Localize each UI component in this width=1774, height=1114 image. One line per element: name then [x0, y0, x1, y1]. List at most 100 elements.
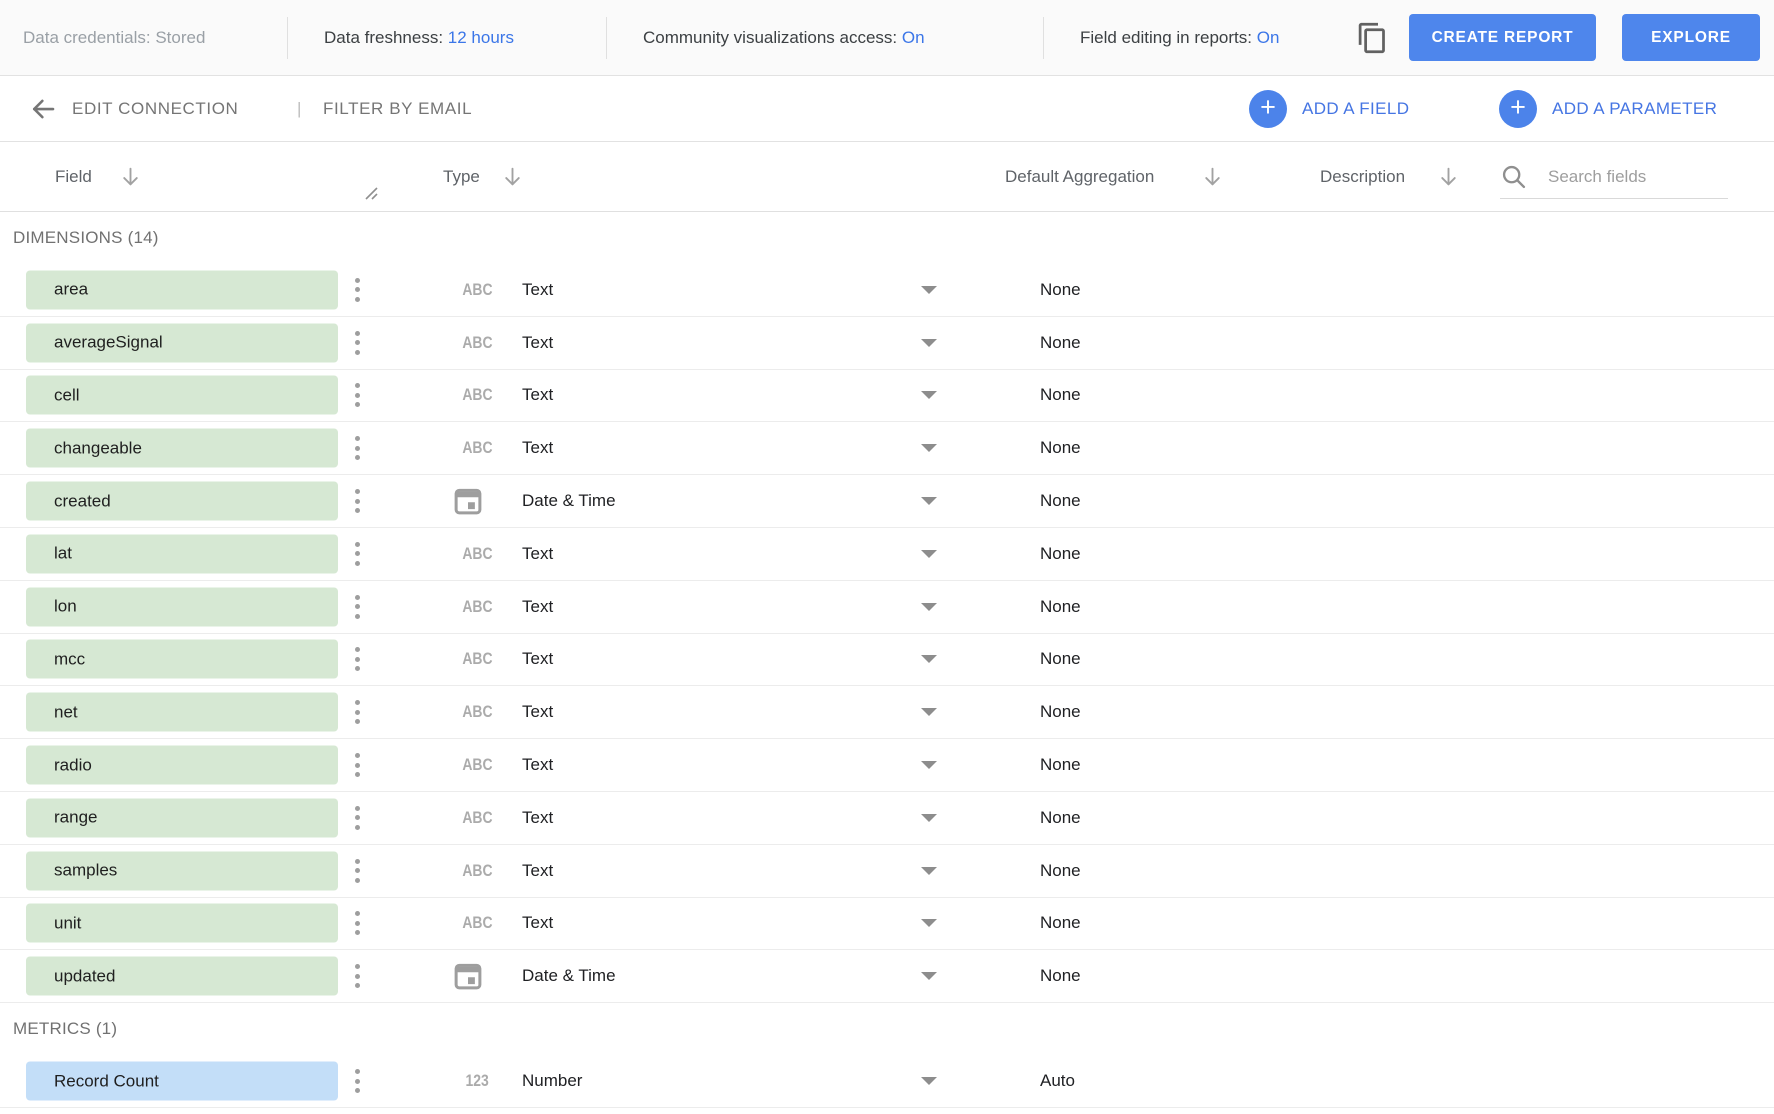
column-header-description[interactable]: Description: [1320, 167, 1405, 187]
sort-down-icon[interactable]: [1200, 164, 1225, 189]
aggregation-value[interactable]: None: [1040, 438, 1081, 458]
copy-icon[interactable]: [1356, 21, 1389, 54]
dropdown-arrow-icon[interactable]: [921, 603, 937, 611]
field-name-pill[interactable]: updated: [26, 957, 338, 996]
sort-down-icon[interactable]: [118, 164, 143, 189]
field-type-value[interactable]: Text: [522, 544, 553, 564]
aggregation-value[interactable]: None: [1040, 861, 1081, 881]
field-type-value[interactable]: Text: [522, 333, 553, 353]
more-options-icon[interactable]: [351, 907, 364, 939]
dropdown-arrow-icon[interactable]: [921, 391, 937, 399]
field-name-pill[interactable]: lon: [26, 587, 338, 626]
field-name-pill[interactable]: lat: [26, 534, 338, 573]
field-type-value[interactable]: Text: [522, 385, 553, 405]
sort-down-icon[interactable]: [500, 164, 525, 189]
aggregation-value[interactable]: None: [1040, 913, 1081, 933]
dropdown-arrow-icon[interactable]: [921, 919, 937, 927]
dropdown-arrow-icon[interactable]: [921, 761, 937, 769]
data-credentials-value[interactable]: Stored: [155, 28, 205, 47]
aggregation-value[interactable]: None: [1040, 280, 1081, 300]
column-header-field[interactable]: Field: [55, 167, 92, 187]
more-options-icon[interactable]: [351, 432, 364, 464]
field-type-value[interactable]: Text: [522, 808, 553, 828]
abc-type-icon: ABC: [453, 385, 501, 405]
aggregation-value[interactable]: None: [1040, 808, 1081, 828]
dropdown-arrow-icon[interactable]: [921, 867, 937, 875]
aggregation-value[interactable]: Auto: [1040, 1071, 1075, 1091]
aggregation-value[interactable]: None: [1040, 702, 1081, 722]
community-viz-value[interactable]: On: [902, 28, 925, 47]
dropdown-arrow-icon[interactable]: [921, 550, 937, 558]
filter-by-email-button[interactable]: FILTER BY EMAIL: [323, 99, 472, 119]
more-options-icon[interactable]: [351, 379, 364, 411]
aggregation-value[interactable]: None: [1040, 755, 1081, 775]
field-name-pill[interactable]: samples: [26, 851, 338, 890]
dropdown-arrow-icon[interactable]: [921, 655, 937, 663]
column-header-aggregation[interactable]: Default Aggregation: [1005, 167, 1154, 187]
more-options-icon[interactable]: [351, 643, 364, 675]
aggregation-value[interactable]: None: [1040, 966, 1081, 986]
more-options-icon[interactable]: [351, 485, 364, 517]
more-options-icon[interactable]: [351, 538, 364, 570]
field-name-pill[interactable]: mcc: [26, 640, 338, 679]
dropdown-arrow-icon[interactable]: [921, 286, 937, 294]
field-type-value[interactable]: Text: [522, 755, 553, 775]
more-options-icon[interactable]: [351, 802, 364, 834]
field-type-value[interactable]: Date & Time: [522, 491, 616, 511]
more-options-icon[interactable]: [351, 1065, 364, 1097]
edit-connection-button[interactable]: EDIT CONNECTION: [72, 99, 238, 119]
back-arrow-icon[interactable]: [28, 94, 58, 124]
dropdown-arrow-icon[interactable]: [921, 972, 937, 980]
more-options-icon[interactable]: [351, 327, 364, 359]
dropdown-arrow-icon[interactable]: [921, 339, 937, 347]
field-type-value[interactable]: Text: [522, 438, 553, 458]
field-type-value[interactable]: Text: [522, 649, 553, 669]
dropdown-arrow-icon[interactable]: [921, 814, 937, 822]
dropdown-arrow-icon[interactable]: [921, 444, 937, 452]
aggregation-value[interactable]: None: [1040, 385, 1081, 405]
field-type-value[interactable]: Text: [522, 702, 553, 722]
aggregation-value[interactable]: None: [1040, 649, 1081, 669]
more-options-icon[interactable]: [351, 591, 364, 623]
data-freshness-value[interactable]: 12 hours: [448, 28, 514, 47]
add-a-field-button[interactable]: + ADD A FIELD: [1249, 90, 1409, 128]
sort-down-icon[interactable]: [1436, 164, 1461, 189]
field-type-value[interactable]: Number: [522, 1071, 582, 1091]
field-type-value[interactable]: Text: [522, 861, 553, 881]
dropdown-arrow-icon[interactable]: [921, 708, 937, 716]
create-report-button[interactable]: CREATE REPORT: [1409, 14, 1596, 61]
section-label: DIMENSIONS (14): [0, 212, 1774, 264]
aggregation-value[interactable]: None: [1040, 333, 1081, 353]
aggregation-value[interactable]: None: [1040, 491, 1081, 511]
more-options-icon[interactable]: [351, 960, 364, 992]
search-underline: [1500, 198, 1728, 199]
more-options-icon[interactable]: [351, 696, 364, 728]
field-name-pill[interactable]: area: [26, 270, 338, 309]
field-name-pill[interactable]: created: [26, 482, 338, 521]
aggregation-value[interactable]: None: [1040, 544, 1081, 564]
field-name-pill[interactable]: net: [26, 693, 338, 732]
field-type-value[interactable]: Date & Time: [522, 966, 616, 986]
aggregation-value[interactable]: None: [1040, 597, 1081, 617]
field-name-pill[interactable]: changeable: [26, 429, 338, 468]
column-resize-grip[interactable]: [364, 187, 379, 200]
field-type-value[interactable]: Text: [522, 280, 553, 300]
more-options-icon[interactable]: [351, 274, 364, 306]
explore-button[interactable]: EXPLORE: [1622, 14, 1760, 61]
more-options-icon[interactable]: [351, 855, 364, 887]
dropdown-arrow-icon[interactable]: [921, 1077, 937, 1085]
field-name-pill[interactable]: radio: [26, 746, 338, 785]
dropdown-arrow-icon[interactable]: [921, 497, 937, 505]
search-fields-input[interactable]: [1548, 167, 1758, 187]
field-type-value[interactable]: Text: [522, 597, 553, 617]
field-type-value[interactable]: Text: [522, 913, 553, 933]
more-options-icon[interactable]: [351, 749, 364, 781]
column-header-type[interactable]: Type: [443, 167, 480, 187]
field-name-pill[interactable]: Record Count: [26, 1062, 338, 1101]
field-name-pill[interactable]: averageSignal: [26, 323, 338, 362]
field-name-pill[interactable]: cell: [26, 376, 338, 415]
add-a-parameter-button[interactable]: + ADD A PARAMETER: [1499, 90, 1717, 128]
field-editing-value[interactable]: On: [1257, 28, 1280, 47]
field-name-pill[interactable]: unit: [26, 904, 338, 943]
field-name-pill[interactable]: range: [26, 798, 338, 837]
